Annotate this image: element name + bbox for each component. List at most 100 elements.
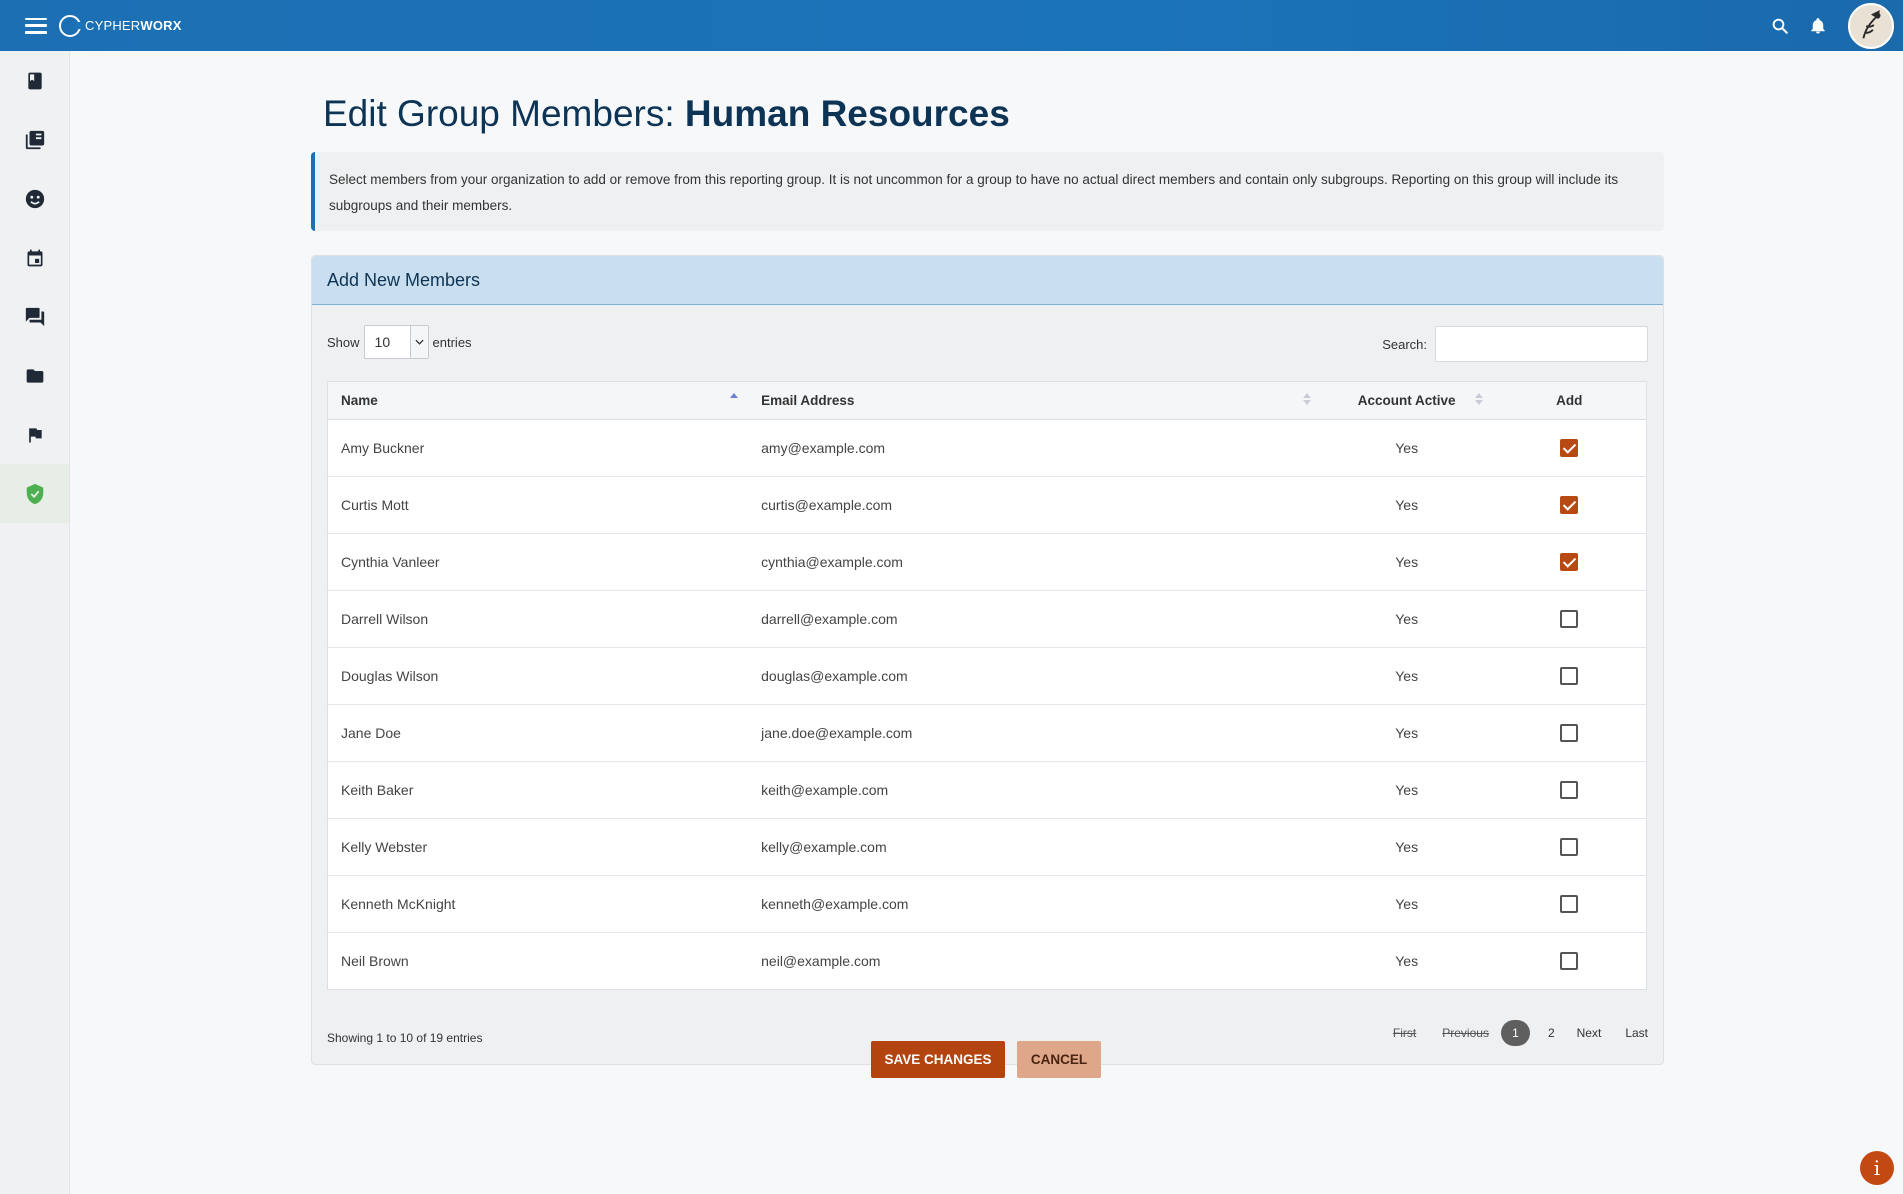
member-account-active: Yes [1320, 476, 1493, 534]
sidebar-item-forum[interactable] [0, 287, 69, 346]
add-member-checkbox[interactable] [1560, 895, 1579, 914]
column-header-add: Add [1492, 381, 1647, 420]
face-icon [25, 189, 44, 208]
table-row: Jane Doe jane.doe@example.com Yes [327, 704, 1647, 762]
add-cell [1492, 476, 1647, 534]
column-header-name[interactable]: Name [327, 381, 749, 420]
entries-length-control: Show 10 entries [327, 324, 472, 360]
table-header-row: Name Email Address Account Active Add [327, 381, 1647, 420]
member-email: keith@example.com [748, 761, 1321, 819]
table-search: Search: [1382, 326, 1648, 362]
table-row: Douglas Wilson douglas@example.com Yes [327, 647, 1647, 705]
logo[interactable]: CYPHER WORX [59, 14, 182, 37]
sort-icon [1302, 393, 1311, 405]
cancel-button[interactable]: CANCEL [1017, 1041, 1101, 1078]
table-row: Keith Baker keith@example.com Yes [327, 761, 1647, 819]
sidebar-item-reports[interactable] [0, 405, 69, 464]
add-member-checkbox[interactable] [1560, 610, 1579, 629]
member-account-active: Yes [1320, 647, 1493, 705]
member-name: Jane Doe [327, 704, 749, 762]
logo-text-bold: WORX [140, 18, 182, 33]
group-name: Human Resources [684, 93, 1010, 134]
member-name: Kenneth McKnight [327, 875, 749, 933]
pagination-previous[interactable]: Previous [1442, 1026, 1489, 1040]
pagination-page-1[interactable]: 1 [1500, 1020, 1530, 1046]
add-member-checkbox[interactable] [1560, 781, 1579, 800]
member-name: Cynthia Vanleer [327, 533, 749, 591]
sidebar-item-calendar[interactable] [0, 228, 69, 287]
member-account-active: Yes [1395, 953, 1419, 969]
column-header-label: Account Active [1357, 393, 1456, 408]
shield-check-icon [26, 483, 43, 504]
add-member-checkbox[interactable] [1560, 553, 1579, 572]
table-row: Curtis Mott curtis@example.com Yes [327, 476, 1647, 534]
page-title: Edit Group Members: Human Resources [323, 93, 1010, 135]
sidebar-item-files[interactable] [0, 346, 69, 405]
help-info-icon[interactable]: i [1860, 1151, 1894, 1185]
add-member-checkbox[interactable] [1560, 724, 1579, 743]
avatar[interactable] [1848, 2, 1894, 49]
member-account-active: Yes [1320, 590, 1493, 648]
pagination-next[interactable]: Next [1577, 1026, 1602, 1040]
pagination-first[interactable]: First [1393, 1026, 1416, 1040]
logo-icon [59, 14, 82, 37]
add-member-checkbox[interactable] [1560, 838, 1579, 857]
page-title-prefix: Edit Group Members: [323, 93, 685, 134]
sidebar-item-library[interactable] [0, 110, 69, 169]
add-member-checkbox[interactable] [1560, 952, 1579, 971]
table-row: Cynthia Vanleer cynthia@example.com Yes [327, 533, 1647, 591]
member-email: curtis@example.com [748, 476, 1321, 534]
column-header-email[interactable]: Email Address [748, 381, 1321, 420]
search-label: Search: [1382, 336, 1427, 352]
add-cell [1492, 704, 1647, 762]
forum-icon [25, 307, 44, 326]
sort-icon [1474, 393, 1483, 405]
column-header-account-active[interactable]: Account Active [1320, 381, 1493, 420]
search-input[interactable] [1435, 326, 1648, 362]
table-info: Showing 1 to 10 of 19 entries [327, 1031, 483, 1045]
member-email: cynthia@example.com [748, 533, 1321, 591]
table-row: Kelly Webster kelly@example.com Yes [327, 818, 1647, 876]
bell-icon[interactable] [1806, 14, 1830, 38]
add-member-checkbox[interactable] [1560, 667, 1579, 686]
member-name: Douglas Wilson [327, 647, 749, 705]
sort-ascending-icon [730, 393, 739, 405]
top-bar: CYPHER WORX [0, 0, 1903, 51]
add-member-checkbox[interactable] [1560, 439, 1579, 458]
table-row: Darrell Wilson darrell@example.com Yes [327, 590, 1647, 648]
members-table: Name Email Address Account Active Add Am… [327, 381, 1647, 990]
sidebar-item-admin[interactable] [0, 464, 69, 523]
sidebar-item-users[interactable] [0, 169, 69, 228]
table-row: Neil Brown neil@example.com Yes [328, 933, 1647, 990]
pagination-page-2[interactable]: 2 [1548, 1026, 1555, 1040]
pagination-last[interactable]: Last [1625, 1026, 1648, 1040]
table-row: Amy Buckner amy@example.com Yes [327, 419, 1647, 477]
hamburger-menu-icon[interactable] [25, 17, 47, 34]
member-account-active: Yes [1320, 704, 1493, 762]
add-member-checkbox[interactable] [1560, 496, 1579, 515]
chevron-down-icon [409, 326, 428, 358]
flag-icon [28, 427, 42, 442]
member-name: Neil Brown [341, 953, 409, 969]
sidebar-item-courses[interactable] [0, 51, 69, 110]
folder-icon [26, 368, 43, 383]
table-controls: Show 10 entries Search: [327, 324, 1648, 362]
save-changes-button[interactable]: SAVE CHANGES [871, 1041, 1005, 1078]
entries-select[interactable]: 10 [363, 325, 429, 359]
add-cell [1492, 647, 1647, 705]
member-name: Amy Buckner [327, 419, 749, 477]
entries-value: 10 [374, 334, 391, 350]
column-header-label: Email Address [761, 393, 855, 408]
member-email: amy@example.com [748, 419, 1321, 477]
info-callout: Select members from your organization to… [311, 152, 1664, 231]
search-icon[interactable] [1768, 14, 1792, 38]
sidebar [0, 51, 70, 1194]
table-row: Kenneth McKnight kenneth@example.com Yes [327, 875, 1647, 933]
add-cell [1492, 590, 1647, 648]
member-account-active: Yes [1320, 419, 1493, 477]
card-header: Add New Members [312, 256, 1663, 305]
member-name: Curtis Mott [327, 476, 749, 534]
pagination: First Previous 1 2 Next Last [1367, 1020, 1648, 1046]
column-header-label: Name [341, 393, 378, 408]
column-header-label: Add [1556, 393, 1583, 408]
